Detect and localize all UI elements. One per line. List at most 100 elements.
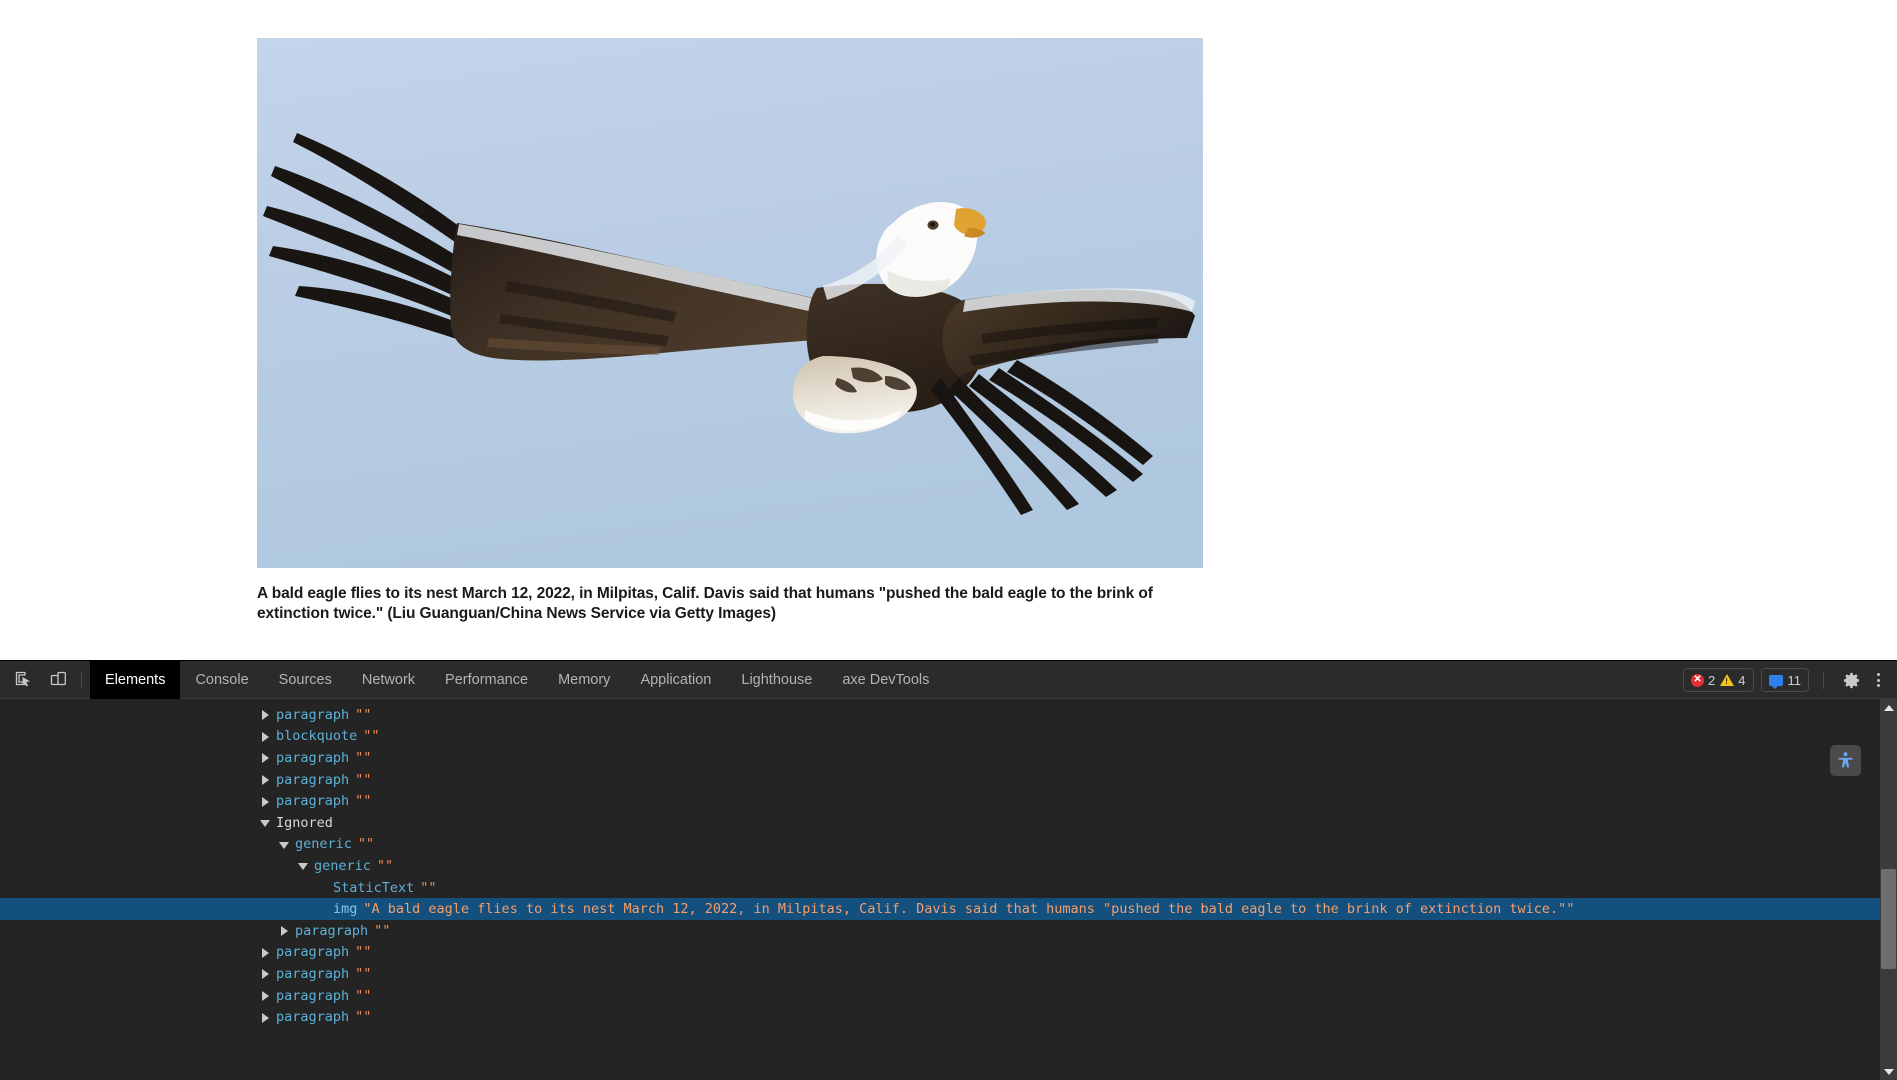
tree-scrollbar[interactable] [1880, 699, 1897, 1080]
scrollbar-thumb[interactable] [1881, 868, 1896, 969]
tree-node-name: "" [355, 965, 372, 982]
scroll-down-arrow-icon[interactable] [1884, 1063, 1894, 1080]
tree-row[interactable]: generic "" [0, 834, 1897, 856]
tab-console[interactable]: Console [180, 661, 263, 699]
tree-node-role: paragraph [276, 987, 350, 1004]
tree-row[interactable]: Ignored [0, 812, 1897, 834]
tree-node-role: paragraph [276, 793, 350, 810]
tree-row[interactable]: paragraph "" [0, 963, 1897, 985]
accessibility-person-icon[interactable] [1830, 745, 1861, 776]
gear-icon[interactable] [1836, 666, 1866, 694]
browser-viewport: A bald eagle flies to its nest March 12,… [0, 0, 1897, 660]
tree-node-role: paragraph [276, 965, 350, 982]
accessibility-glyph [1838, 752, 1853, 768]
no-chevron-icon [317, 904, 328, 915]
tree-node-role: StaticText [333, 879, 415, 896]
kebab-menu-icon[interactable] [1866, 673, 1891, 687]
scrollbar-track[interactable] [1880, 716, 1897, 1063]
tree-node-role: paragraph [276, 706, 350, 723]
tree-row[interactable]: paragraph "" [0, 942, 1897, 964]
warning-count: 4 [1738, 672, 1746, 688]
device-glyph [50, 671, 66, 686]
tree-node-role: paragraph [276, 944, 350, 961]
tab-elements[interactable]: Elements [90, 660, 181, 699]
tab-lighthouse[interactable]: Lighthouse [726, 661, 827, 699]
chevron-down-icon[interactable] [279, 839, 290, 850]
kebab-dot [1877, 678, 1880, 682]
tree-row[interactable]: paragraph "" [0, 747, 1897, 769]
chevron-down-icon[interactable] [260, 817, 271, 828]
warning-badge[interactable]: 4 [1720, 672, 1746, 688]
error-icon: ✕ [1691, 673, 1705, 687]
tree-node-name: "" [355, 1009, 372, 1026]
message-badge-group[interactable]: 11 [1760, 668, 1809, 692]
chevron-right-icon[interactable] [260, 774, 271, 786]
chevron-right-icon[interactable] [260, 796, 271, 807]
tree-node-name: "" [355, 749, 372, 766]
tree-row[interactable]: StaticText "" [0, 877, 1897, 899]
tab-sources[interactable]: Sources [264, 661, 347, 699]
article-figure: A bald eagle flies to its nest March 12,… [257, 38, 1203, 625]
chevron-right-icon[interactable] [260, 1012, 271, 1023]
tree-node-role: paragraph [295, 922, 369, 939]
tree-node-role: blockquote [276, 728, 358, 745]
no-chevron-icon [317, 882, 328, 893]
tree-node-name: "" [357, 836, 375, 853]
devtools-tab-strip: Elements Console Sources Network Performance… [90, 660, 944, 699]
tree-row[interactable]: generic "" [0, 855, 1897, 877]
tree-node-role: paragraph [276, 749, 350, 766]
tree-node-name: "" [420, 879, 437, 896]
tree-node-name: "" [355, 706, 372, 723]
chevron-right-icon[interactable] [260, 731, 271, 742]
photo-caption: A bald eagle flies to its nest March 12,… [257, 585, 1153, 623]
tree-row[interactable]: blockquote "" [0, 726, 1897, 748]
scroll-up-arrow-icon[interactable] [1884, 699, 1894, 716]
tree-node-role: generic [314, 857, 371, 874]
chevron-down-icon[interactable] [298, 860, 309, 871]
tree-node-role: generic [295, 836, 352, 853]
toolbar-right-divider [1823, 671, 1824, 689]
tree-node-role: paragraph [276, 771, 350, 788]
issues-badge-group[interactable]: ✕ 2 4 [1683, 668, 1754, 692]
kebab-dot [1877, 673, 1880, 676]
accessibility-tree-rows: paragraph "" blockquote "" paragraph "" paragr… [0, 704, 1897, 1028]
tree-node-name: "" [376, 857, 394, 874]
tree-node-name: "" [363, 728, 380, 745]
inspect-element-icon[interactable] [8, 666, 38, 694]
tab-network[interactable]: Network [347, 661, 430, 699]
chevron-right-icon[interactable] [260, 947, 271, 958]
tree-row[interactable]: paragraph "" [0, 769, 1897, 791]
chevron-right-icon[interactable] [260, 752, 271, 764]
devtools-toolbar-right: ✕ 2 4 11 [1683, 661, 1897, 699]
chevron-right-icon[interactable] [260, 990, 271, 1002]
tab-performance[interactable]: Performance [430, 661, 543, 699]
tree-node-name: "" [374, 922, 391, 939]
accessibility-tree[interactable]: paragraph "" blockquote "" paragraph "" paragr… [0, 699, 1897, 1080]
kebab-dot [1877, 684, 1880, 687]
error-count: 2 [1708, 672, 1716, 688]
device-toolbar-icon[interactable] [43, 666, 73, 694]
bald-eagle-photo[interactable] [257, 38, 1203, 568]
chevron-right-icon[interactable] [260, 968, 271, 980]
warning-icon [1720, 674, 1735, 686]
chevron-right-icon[interactable] [260, 709, 271, 721]
tab-application[interactable]: Application [625, 661, 726, 699]
tab-memory[interactable]: Memory [543, 661, 625, 699]
tree-node-name: "" [355, 771, 372, 788]
chevron-right-icon[interactable] [279, 925, 290, 937]
tree-node-role: paragraph [276, 1009, 350, 1026]
toolbar-divider [81, 671, 82, 688]
tree-node-name: "" [355, 944, 372, 961]
error-badge[interactable]: ✕ 2 [1691, 673, 1715, 688]
tree-row[interactable]: paragraph "" [0, 985, 1897, 1007]
tree-row[interactable]: paragraph "" [0, 920, 1897, 942]
tree-node-role: Ignored [276, 814, 333, 831]
tree-row[interactable]: paragraph "" [0, 704, 1897, 726]
tree-row[interactable]: paragraph "" [0, 790, 1897, 812]
tab-axe-devtools[interactable]: axe DevTools [827, 661, 944, 699]
tree-row[interactable]: paragraph "" [0, 1006, 1897, 1028]
devtools-panel: Elements Console Sources Network Performance… [0, 660, 1897, 1080]
message-count: 11 [1787, 672, 1802, 688]
inspect-cursor-glyph [15, 671, 30, 687]
tree-row-selected[interactable]: img "A bald eagle flies to its nest March… [0, 898, 1897, 920]
